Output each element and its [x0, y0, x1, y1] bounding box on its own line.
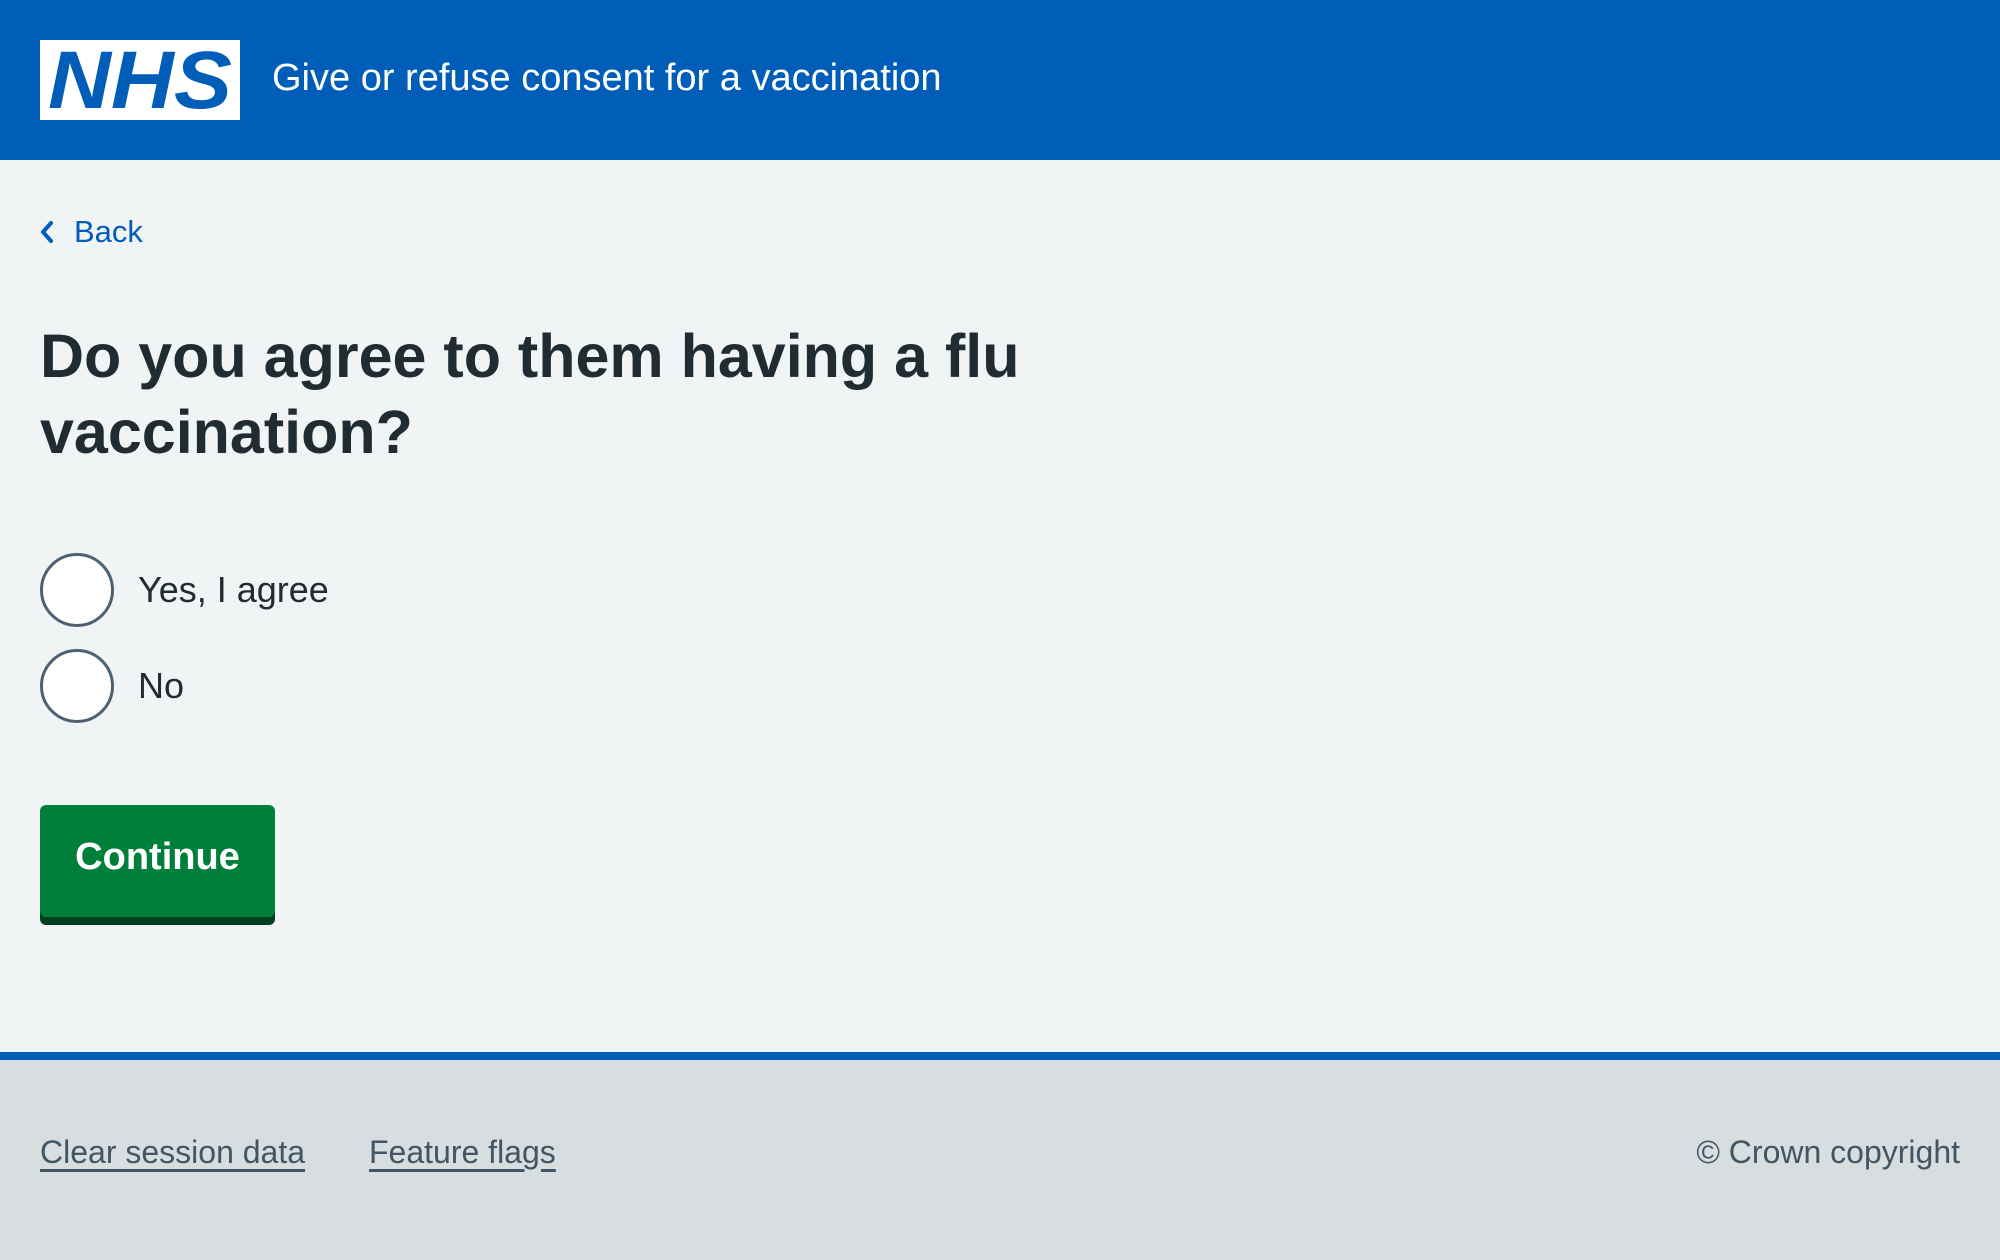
back-link[interactable]: Back: [40, 210, 143, 254]
clear-session-data-link[interactable]: Clear session data: [40, 1134, 305, 1171]
radio-button-yes[interactable]: [40, 553, 114, 627]
feature-flags-link[interactable]: Feature flags: [369, 1134, 556, 1171]
site-header: NHS Give or refuse consent for a vaccina…: [0, 0, 2000, 160]
radio-button-no[interactable]: [40, 649, 114, 723]
service-name[interactable]: Give or refuse consent for a vaccination: [272, 52, 942, 104]
radio-option-no[interactable]: No: [40, 646, 184, 726]
chevron-left-icon: [41, 221, 53, 243]
radio-option-yes[interactable]: Yes, I agree: [40, 550, 329, 630]
nhs-logo[interactable]: NHS: [40, 40, 240, 120]
page-title: Do you agree to them having a flu vaccin…: [40, 322, 1020, 466]
nhs-logo-icon: NHS: [48, 40, 232, 120]
copyright-text: © Crown copyright: [1696, 1134, 1960, 1170]
back-link-label: Back: [74, 214, 143, 249]
radio-label-yes[interactable]: Yes, I agree: [138, 569, 329, 611]
continue-button[interactable]: Continue: [40, 805, 275, 917]
site-footer: Clear session data Feature flags © Crown…: [0, 1052, 2000, 1260]
radio-label-no[interactable]: No: [138, 665, 184, 707]
svg-text:NHS: NHS: [48, 40, 232, 120]
